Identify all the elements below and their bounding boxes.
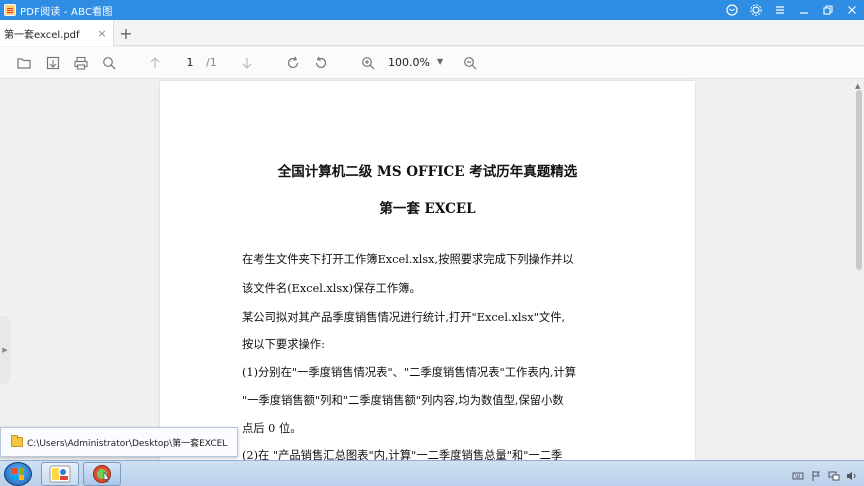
zoom-out-icon[interactable] [461, 54, 479, 72]
document-line: 某公司拟对其产品季度销售情况进行统计,打开"Excel.xlsx"文件, [242, 311, 566, 324]
tab-close-icon[interactable]: × [95, 26, 109, 40]
save-as-icon[interactable] [44, 54, 62, 72]
sidebar-toggle[interactable]: ▶ [0, 316, 10, 384]
settings-icon[interactable] [744, 0, 768, 20]
tab-label: 第一套excel.pdf [4, 29, 80, 41]
close-icon[interactable] [840, 0, 864, 20]
title-bar: PDF阅读 - ABC看图 [0, 0, 864, 20]
recorder-app-icon [93, 465, 111, 483]
keyboard-icon[interactable] [792, 467, 804, 480]
tooltip-path: C:\Users\Administrator\Desktop\第一套EXCEL [27, 438, 228, 449]
toolbar: 1 /1 100.0% ▼ [0, 47, 864, 79]
app-icon [4, 4, 16, 16]
windows-logo-icon [12, 468, 24, 480]
print-icon[interactable] [72, 54, 90, 72]
search-icon[interactable] [100, 54, 118, 72]
scrollbar-thumb[interactable] [856, 90, 862, 270]
document-title: 全国计算机二级 MS OFFICE 考试历年真题精选 [277, 164, 578, 180]
zoom-level[interactable]: 100.0% [388, 56, 430, 69]
page-total: /1 [206, 56, 217, 69]
page-number-input[interactable]: 1 [180, 56, 200, 70]
scroll-up-icon[interactable]: ▲ [855, 82, 860, 90]
taskbar-tooltip[interactable]: C:\Users\Administrator\Desktop\第一套EXCEL [0, 427, 238, 457]
menu-icon[interactable] [768, 0, 792, 20]
minimize-icon[interactable] [792, 0, 816, 20]
document-line: (1)分别在"一季度销售情况表"、"二季度销售情况表"工作表内,计算 [242, 366, 577, 379]
previous-page-icon[interactable] [146, 54, 164, 72]
rotate-counterclockwise-icon[interactable] [312, 54, 330, 72]
restore-icon[interactable] [816, 0, 840, 20]
flag-icon[interactable] [810, 467, 822, 481]
open-folder-icon[interactable] [15, 54, 33, 72]
window-title: PDF阅读 - ABC看图 [20, 6, 113, 18]
feedback-icon[interactable] [720, 0, 744, 20]
folder-icon [11, 435, 23, 447]
pdf-page: 全国计算机二级 MS OFFICE 考试历年真题精选 第一套 EXCEL 在考生… [160, 81, 695, 462]
rotate-clockwise-icon[interactable] [284, 54, 302, 72]
taskbar-app-pdf-reader[interactable] [41, 462, 79, 486]
zoom-dropdown-icon[interactable]: ▼ [437, 57, 443, 66]
start-button[interactable] [4, 462, 32, 486]
vertical-scrollbar[interactable]: ▲ [853, 80, 864, 460]
taskbar [0, 460, 864, 486]
taskbar-app-recorder[interactable] [83, 462, 121, 486]
chevron-right-icon: ▶ [2, 346, 8, 354]
tab-bar: 第一套excel.pdf × + [0, 20, 864, 46]
next-page-icon[interactable] [238, 54, 256, 72]
zoom-in-icon[interactable] [359, 54, 377, 72]
document-line: 点后 0 位。 [242, 422, 302, 435]
network-icon[interactable] [828, 467, 840, 481]
tab-document[interactable]: 第一套excel.pdf × [0, 20, 114, 46]
system-tray [792, 467, 858, 481]
volume-icon[interactable] [846, 467, 858, 480]
document-line: 按以下要求操作: [242, 338, 325, 351]
document-line: 该文件名(Excel.xlsx)保存工作簿。 [242, 282, 421, 295]
pdf-reader-app-icon [49, 465, 71, 483]
document-line: "一季度销售额"列和"二季度销售额"列内容,均为数值型,保留小数 [242, 394, 564, 407]
document-subtitle: 第一套 EXCEL [379, 201, 476, 217]
new-tab-button[interactable]: + [116, 23, 136, 43]
document-line: 在考生文件夹下打开工作簿Excel.xlsx,按照要求完成下列操作并以 [242, 253, 574, 266]
